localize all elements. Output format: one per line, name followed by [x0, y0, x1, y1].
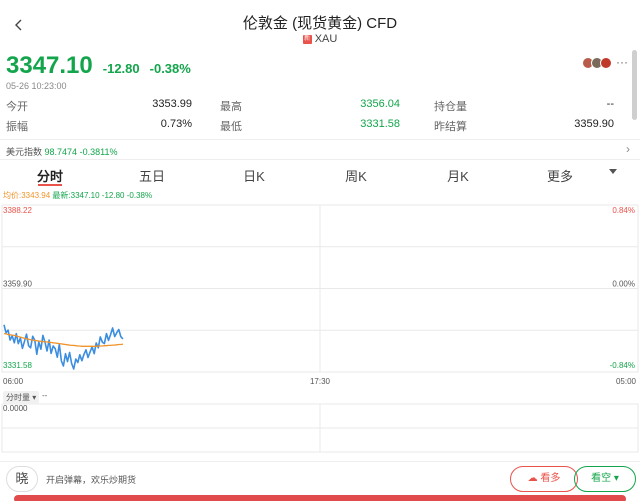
danmaku-prompt[interactable]: 开启弹幕，欢乐炒期货 [46, 473, 136, 486]
high-value: 3356.04 [360, 98, 400, 110]
latest-price-pct: -0.38% [126, 191, 153, 200]
symbol-code: XAU [314, 33, 338, 45]
bearish-button[interactable]: 看空 ▾ [574, 466, 636, 492]
volume-value: -- [42, 391, 48, 400]
more-icon[interactable]: ··· [616, 55, 628, 69]
quote-time: 05-26 10:23:00 [6, 81, 67, 91]
stats-row: 今开 3353.99 最高 3356.04 持仓量 -- [6, 96, 618, 116]
user-avatars[interactable] [582, 57, 612, 69]
amplitude-label: 振幅 [6, 121, 28, 133]
price-change: -12.80 [102, 61, 140, 76]
y-tick-right: 0.00% [612, 280, 635, 289]
latest-price-value: 3347.10 [70, 191, 100, 200]
open-interest-value: -- [606, 98, 614, 110]
chevron-right-icon[interactable]: › [626, 142, 630, 156]
x-tick: 06:00 [3, 377, 24, 386]
tab-five-day[interactable]: 五日 [122, 166, 182, 185]
divider [0, 139, 640, 140]
usd-index-change: -0.3811% [79, 147, 118, 157]
flag-icon: 新 [302, 34, 312, 44]
x-tick: 05:00 [616, 377, 637, 386]
amplitude-value: 0.73% [160, 118, 192, 130]
y-tick-left: 3388.22 [3, 206, 32, 215]
volume-zero: 0.0000 [3, 404, 28, 413]
cloud-up-icon: ☁ [527, 473, 538, 484]
last-price: 3347.10 [6, 52, 93, 79]
open-value: 3353.99 [152, 98, 192, 110]
active-tab-indicator [38, 184, 62, 186]
stats-row: 振幅 0.73% 最低 3331.58 昨结算 3359.90 [6, 116, 618, 136]
chevron-down-icon[interactable] [609, 169, 617, 174]
stats-grid: 今开 3353.99 最高 3356.04 持仓量 -- 振幅 0.73% 最低… [6, 96, 618, 136]
tab-weekly-k[interactable]: 周K [326, 166, 386, 185]
usd-index-label: 美元指数 [6, 147, 43, 157]
divider [0, 159, 640, 160]
tab-more[interactable]: 更多 [530, 166, 590, 185]
x-tick: 17:30 [310, 377, 331, 386]
price-change-pct: -0.38% [149, 61, 191, 76]
low-label: 最低 [220, 121, 242, 133]
latest-price-change: -12.80 [101, 191, 125, 200]
bullish-button[interactable]: ☁ 看多 [510, 466, 578, 492]
volume-label-text: 分时量 [6, 393, 30, 402]
avg-price-label: 均价: [3, 191, 22, 200]
tab-daily-k[interactable]: 日K [224, 166, 284, 185]
open-label: 今开 [6, 101, 28, 113]
tab-monthly-k[interactable]: 月K [428, 166, 488, 185]
header: 伦敦金 (现货黄金) CFD 新 XAU [0, 0, 640, 50]
avatar [600, 57, 612, 69]
volume-label[interactable]: 分时量 ▾ [3, 391, 40, 404]
y-tick-right: -0.84% [610, 361, 635, 370]
danmaku-button[interactable]: 晓 [6, 466, 38, 492]
quote-block: 3347.10 -12.80 -0.38% [6, 52, 191, 79]
y-tick-right: 0.84% [612, 206, 635, 215]
bearish-label: 看空 [591, 473, 612, 484]
intraday-chart[interactable]: 3388.22 3359.90 3331.58 0.84% 0.00% -0.84% 06:… [0, 200, 640, 462]
prev-settle-value: 3359.90 [574, 118, 614, 130]
prev-settle-label: 昨结算 [434, 121, 467, 133]
tab-intraday[interactable]: 分时 [20, 166, 80, 185]
y-tick-left: 3331.58 [3, 361, 32, 370]
chevron-down-icon: ▾ [613, 473, 619, 484]
high-label: 最高 [220, 101, 242, 113]
bullish-label: 看多 [540, 473, 561, 484]
chart-tabs: 分时 五日 日K 周K 月K 更多 [0, 162, 612, 186]
latest-price-label: 最新: [52, 191, 71, 200]
bottom-red-strip [14, 495, 626, 501]
usd-index-value: 98.7474 [44, 147, 78, 157]
page-title: 伦敦金 (现货黄金) CFD [242, 15, 398, 32]
low-value: 3331.58 [360, 118, 400, 130]
scrollbar[interactable] [632, 50, 637, 120]
open-interest-label: 持仓量 [434, 101, 467, 113]
usd-index-row[interactable]: 美元指数 98.7474 -0.3811% [6, 145, 117, 158]
chart-grid [1, 204, 639, 453]
y-tick-left: 3359.90 [3, 280, 32, 289]
avg-price-value: 3343.94 [21, 191, 51, 200]
symbol-subtitle: 新 XAU [0, 33, 640, 45]
